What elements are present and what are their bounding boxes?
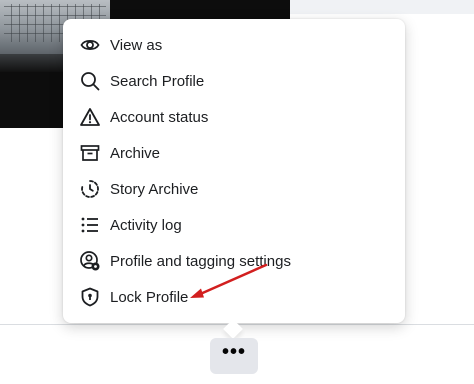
profile-settings-icon (79, 250, 101, 272)
profile-options-menu: View as Search Profile Account status Ar… (63, 19, 405, 323)
story-archive-icon (79, 178, 101, 200)
menu-item-label: Profile and tagging settings (110, 252, 291, 270)
menu-item-label: Lock Profile (110, 288, 189, 306)
menu-item-story-archive[interactable]: Story Archive (71, 172, 397, 206)
list-icon (79, 214, 101, 236)
menu-item-label: Search Profile (110, 72, 205, 90)
shield-lock-icon (79, 286, 101, 308)
more-icon: ••• (221, 341, 246, 363)
search-icon (79, 70, 101, 92)
eye-icon (79, 34, 101, 56)
menu-item-view-as[interactable]: View as (71, 28, 397, 62)
menu-item-label: Story Archive (110, 180, 199, 198)
menu-item-label: Archive (110, 144, 161, 162)
menu-item-account-status[interactable]: Account status (71, 100, 397, 134)
menu-item-archive[interactable]: Archive (71, 136, 397, 170)
menu-item-label: View as (110, 36, 163, 54)
menu-item-search-profile[interactable]: Search Profile (71, 64, 397, 98)
more-options-button[interactable]: ••• (210, 338, 258, 374)
menu-item-label: Account status (110, 108, 209, 126)
menu-item-activity-log[interactable]: Activity log (71, 208, 397, 242)
menu-item-profile-tagging-settings[interactable]: Profile and tagging settings (71, 244, 397, 278)
menu-item-label: Activity log (110, 216, 182, 234)
menu-item-lock-profile[interactable]: Lock Profile (71, 280, 397, 314)
archive-icon (79, 142, 101, 164)
top-gray-strip (290, 0, 474, 14)
warning-icon (79, 106, 101, 128)
